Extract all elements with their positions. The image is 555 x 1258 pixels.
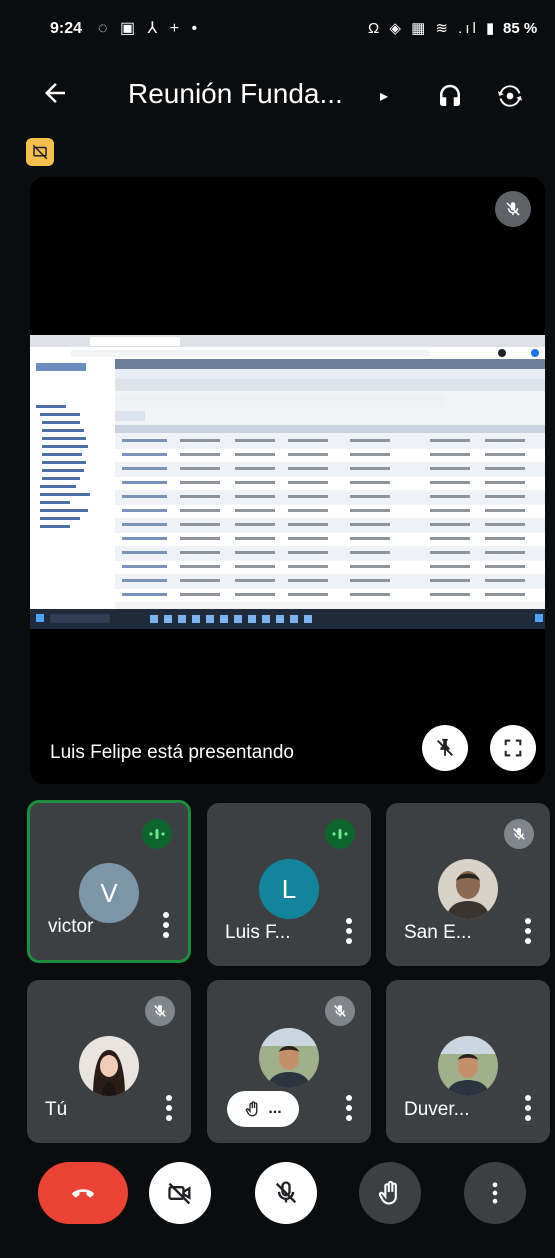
fullscreen-icon[interactable] [490,725,536,771]
avatar: L [259,859,319,919]
raise-hand-icon [246,1101,258,1117]
avatar-initial: V [100,877,118,908]
more-options-button[interactable] [464,1162,526,1224]
avatar [79,1036,139,1096]
participant-name: San E... [404,922,472,943]
end-call-button[interactable] [38,1162,128,1224]
camera-off-icon [168,1182,191,1205]
avatar-initial: L [281,873,297,904]
participant-tile[interactable]: San E... [386,803,550,966]
participant-name: Tú [45,1099,68,1120]
muted-mic-icon [495,191,531,227]
unpin-icon[interactable] [422,725,468,771]
avatar [438,1036,498,1096]
participant-tile[interactable]: Tú [27,980,191,1143]
more-vert-icon[interactable] [524,918,532,944]
clock: 9:24 [50,20,83,37]
presentation-stage[interactable]: Luis Felipe está presentando [30,177,545,784]
title-caret-icon[interactable]: ▸ [380,86,388,106]
switch-camera-icon[interactable] [488,74,532,118]
shared-screen [30,335,545,629]
more-vert-icon[interactable] [345,918,353,944]
more-vert-icon [492,1182,498,1204]
avatar [259,1028,319,1088]
participant-tile[interactable]: Duver... [386,980,550,1143]
participant-name: Duver... [404,1099,470,1120]
presentation-off-icon[interactable] [26,138,54,166]
more-vert-icon[interactable] [524,1095,532,1121]
participant-name: Luis F... [225,922,291,943]
muted-mic-icon [325,996,355,1026]
raised-hand-label: ... [268,1100,282,1117]
participant-name: victor [48,916,94,937]
meeting-title[interactable]: Reunión Funda... [128,78,388,110]
status-bar: 9:24 ◌ ▣ ⅄ + • Ω ◈ ▦ ≋ .ıl ▮ 85 % [0,0,555,64]
presenter-label: Luis Felipe está presentando [50,742,294,763]
back-arrow-icon[interactable] [40,78,80,118]
audio-level-icon [142,819,172,849]
audio-level-icon [325,819,355,849]
more-vert-icon[interactable] [345,1095,353,1121]
more-vert-icon[interactable] [162,912,170,938]
camera-off-button[interactable] [149,1162,211,1224]
end-call-icon [72,1189,94,1198]
muted-mic-icon [504,819,534,849]
mic-off-button[interactable] [255,1162,317,1224]
participant-tile[interactable]: L Luis F... [207,803,371,966]
participant-tile[interactable]: V victor [27,800,191,963]
notification-icons: ◌ ▣ ⅄ + • [98,20,202,37]
battery-level: 85 % [503,20,538,37]
avatar: V [79,863,139,923]
more-vert-icon[interactable] [165,1095,173,1121]
muted-mic-icon [145,996,175,1026]
raised-hand-chip[interactable]: ... [227,1091,299,1127]
avatar [438,859,498,919]
system-icons: Ω ◈ ▦ ≋ .ıl ▮ [368,20,498,37]
raise-hand-icon [378,1180,397,1205]
mic-off-icon [275,1181,297,1204]
raise-hand-button[interactable] [359,1162,421,1224]
participant-tile[interactable]: ... [207,980,371,1143]
headphones-icon[interactable] [428,74,472,118]
